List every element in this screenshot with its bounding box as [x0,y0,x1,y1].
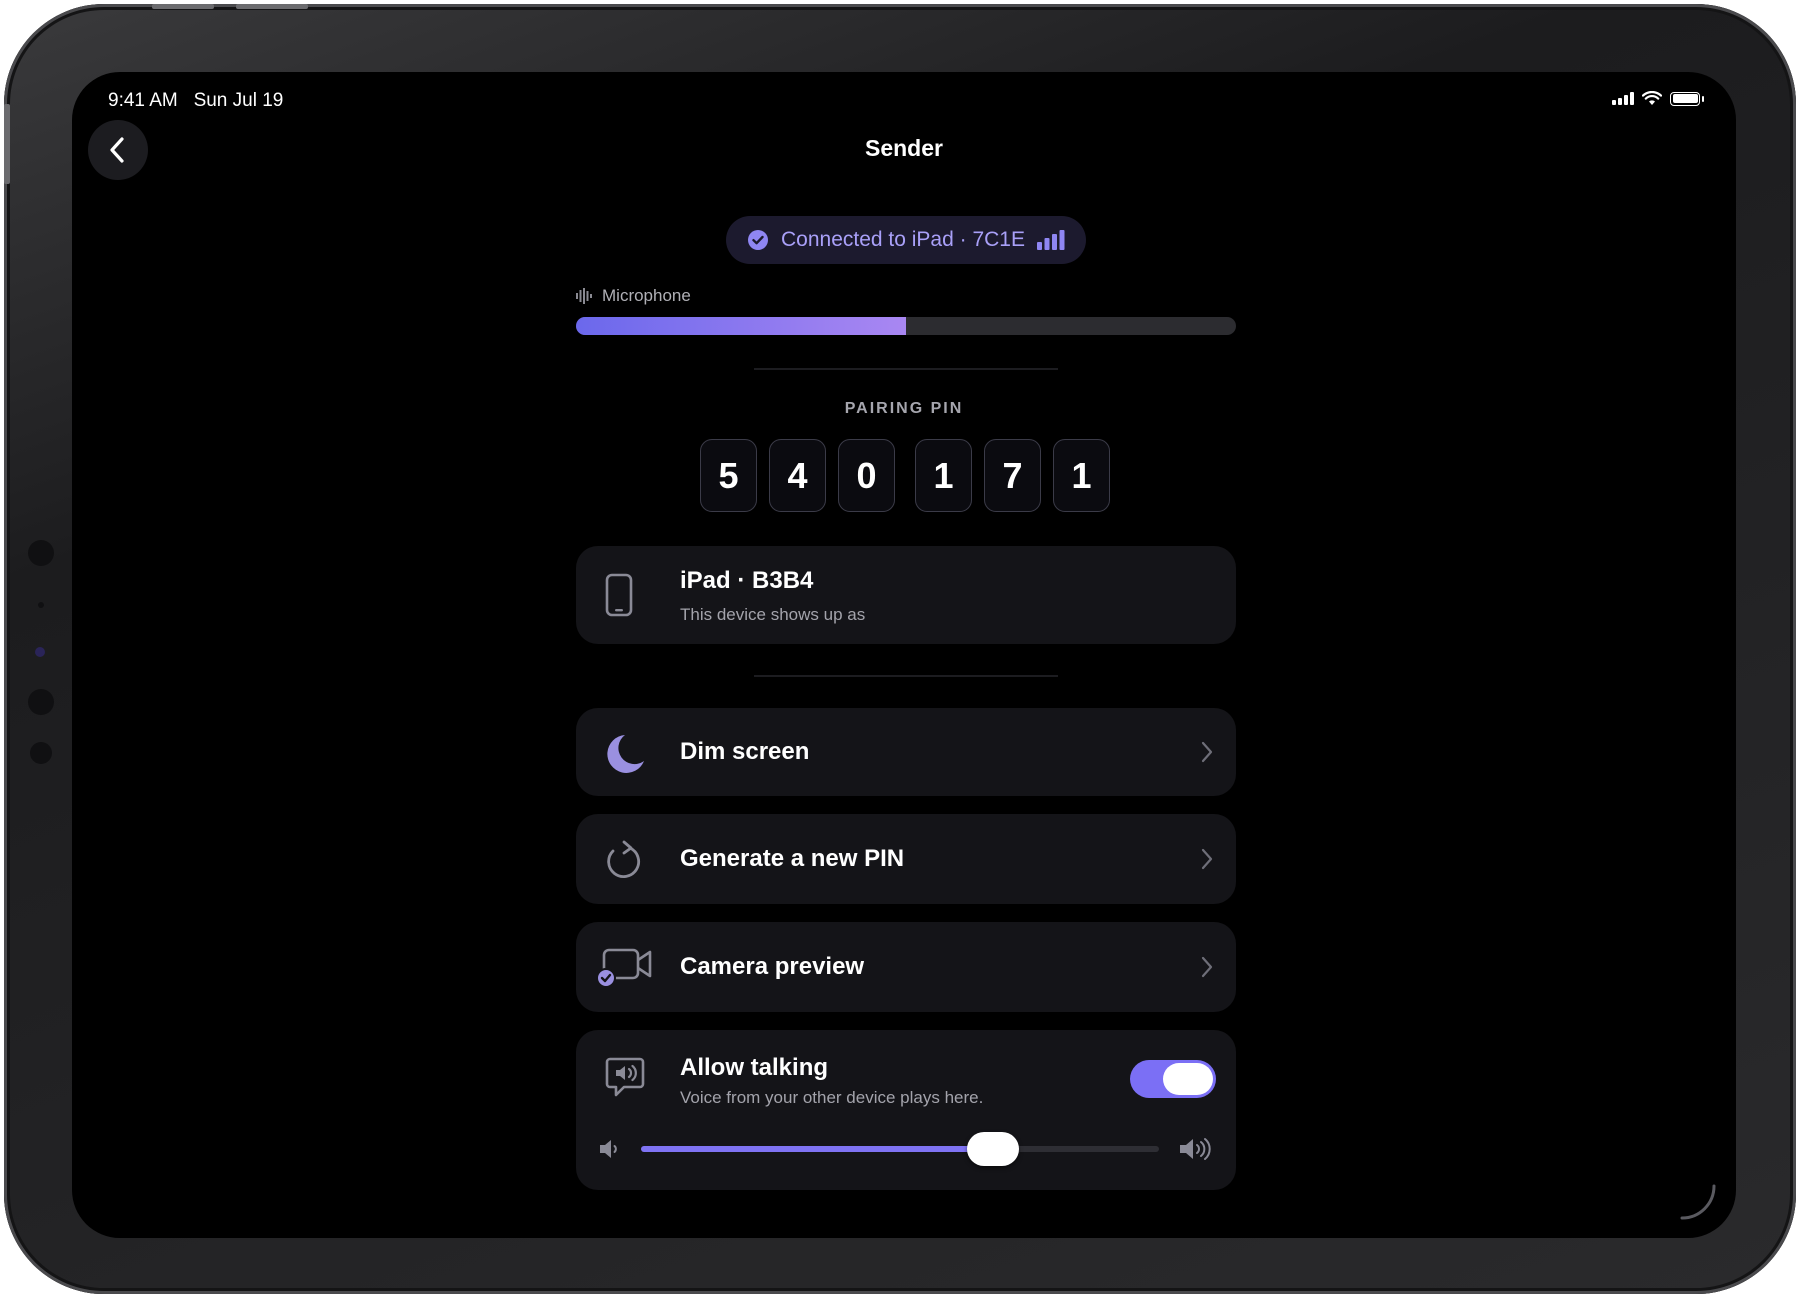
screen: 9:41 AM Sun Jul 19 Sender Connected to i… [72,72,1736,1238]
generate-new-pin-button[interactable]: Generate a new PIN [576,814,1236,904]
volume-slider[interactable] [641,1146,1159,1152]
pin-digit: 5 [700,439,757,512]
sensor [30,742,52,764]
connection-label: Connected to iPad · 7C1E [781,228,1025,251]
top-button [152,4,214,9]
volume-high-icon [1180,1138,1211,1160]
pin-digit: 0 [838,439,895,512]
chevron-right-icon [1201,956,1213,978]
divider [754,368,1058,370]
status-icons [1612,91,1704,106]
cellular-signal-icon [1612,92,1634,105]
side-button [4,104,10,184]
divider [754,675,1058,677]
device-name: iPad · B3B4 [680,567,814,594]
refresh-icon [607,840,640,878]
camera-preview-button[interactable]: Camera preview [576,922,1236,1012]
page-title: Sender [865,135,943,161]
wifi-icon [1642,91,1662,105]
device-card: iPad · B3B4 This device shows up as [576,546,1236,644]
connection-status-pill: Connected to iPad · 7C1E [726,216,1086,264]
pairing-pin: 5 4 0 1 7 1 [700,439,1112,513]
signal-bars-icon [1036,230,1065,250]
pairing-pin-label: PAIRING PIN [844,400,964,417]
waveform-icon [576,288,592,304]
pin-digit: 7 [984,439,1041,512]
battery-icon [1670,91,1704,106]
toggle-knob [1163,1063,1213,1095]
allow-talking-toggle[interactable] [1130,1060,1216,1098]
dim-screen-label: Dim screen [680,738,810,765]
microphone-level-fill [576,317,906,335]
top-button [236,4,308,9]
device-subtitle: This device shows up as [680,605,866,624]
sensor [38,602,44,608]
allow-talking-card: Allow talking Voice from your other devi… [576,1030,1236,1190]
microphone-label: Microphone [576,286,691,306]
status-bar: 9:41 AM Sun Jul 19 [108,86,1704,116]
allow-talking-subtitle: Voice from your other device plays here. [680,1088,984,1107]
volume-low-icon [600,1140,617,1158]
pin-digit: 4 [769,439,826,512]
pin-digit: 1 [915,439,972,512]
sensor [28,540,54,566]
generate-new-pin-label: Generate a new PIN [680,845,905,872]
phone-icon [605,573,633,617]
checkmark-circle-icon [748,230,768,250]
volume-slider-fill [641,1146,994,1152]
chevron-right-icon [1201,741,1213,763]
front-camera [35,647,45,657]
speaker-bubble-icon [605,1057,645,1097]
volume-slider-thumb[interactable] [967,1132,1020,1166]
allow-talking-title: Allow talking [680,1054,829,1081]
dim-screen-button[interactable]: Dim screen [576,708,1236,796]
ipad-frame: 9:41 AM Sun Jul 19 Sender Connected to i… [4,4,1796,1294]
sensor [28,689,54,715]
moon-icon [607,735,644,773]
chevron-right-icon [1201,848,1213,870]
status-time: 9:41 AM Sun Jul 19 [108,90,284,111]
video-camera-check-icon [596,948,652,988]
pin-digit: 1 [1053,439,1110,512]
camera-preview-label: Camera preview [680,953,865,980]
microphone-level-meter [576,317,1236,335]
resize-corner-indicator [1680,1184,1716,1220]
